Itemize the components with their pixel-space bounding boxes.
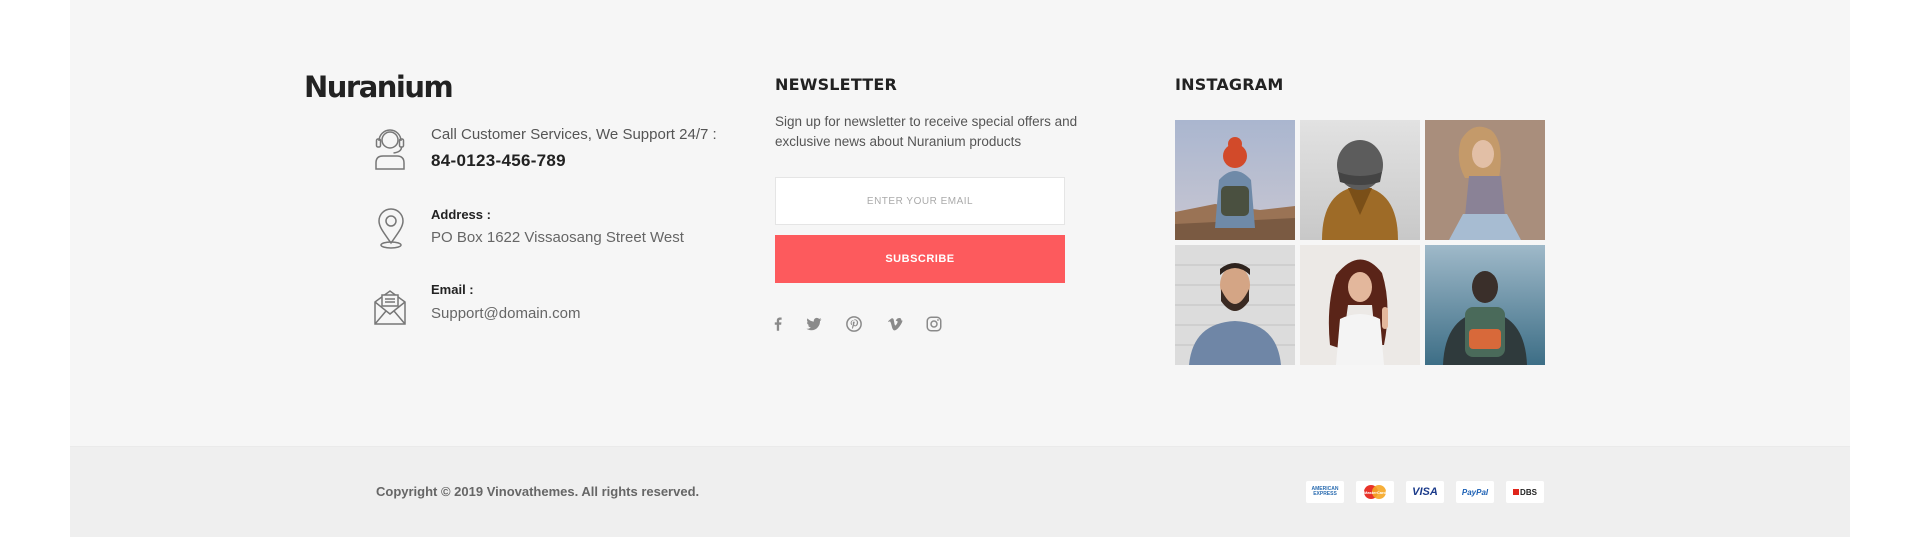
email-label: Email : (431, 282, 474, 297)
instagram-photo[interactable] (1175, 120, 1295, 240)
twitter-icon[interactable] (802, 312, 826, 336)
instagram-photo[interactable] (1425, 245, 1545, 365)
footer-bottom-bar (70, 446, 1850, 537)
visa-card-icon: VISA (1406, 481, 1444, 503)
paypal-icon: PayPal (1456, 481, 1494, 503)
copyright-text: Copyright © 2019 Vinovathemes. All right… (376, 484, 700, 499)
location-pin-icon (374, 207, 408, 251)
facebook-icon[interactable] (766, 312, 790, 336)
instagram-photo[interactable] (1175, 245, 1295, 365)
instagram-heading: INSTAGRAM (1175, 75, 1284, 94)
newsletter-description: Sign up for newsletter to receive specia… (775, 114, 1078, 149)
dbs-icon: DBS (1506, 481, 1544, 503)
newsletter-heading: NEWSLETTER (775, 75, 898, 94)
instagram-photo[interactable] (1300, 120, 1420, 240)
instagram-photo[interactable] (1425, 120, 1545, 240)
dbs-label: DBS (1520, 487, 1537, 497)
support-label: Call Customer Services, We Support 24/7 … (431, 126, 717, 143)
instagram-photo[interactable] (1300, 245, 1420, 365)
mastercard-icon: MasterCard (1356, 481, 1394, 503)
address-value: PO Box 1622 Vissaosang Street West (431, 229, 684, 246)
amex-label: AMERICAN EXPRESS (1311, 486, 1339, 497)
amex-card-icon: AMERICAN EXPRESS (1306, 481, 1344, 503)
headset-icon (373, 127, 407, 171)
newsletter-email-input[interactable] (775, 177, 1065, 225)
phone-number[interactable]: 84-0123-456-789 (431, 151, 566, 171)
subscribe-button[interactable]: SUBSCRIBE (775, 235, 1065, 283)
email-value[interactable]: Support@domain.com (431, 305, 580, 322)
brand-logo[interactable]: Nuranium (304, 70, 454, 104)
paypal-label: PayPal (1461, 487, 1489, 497)
envelope-icon (373, 284, 407, 328)
pinterest-icon[interactable] (842, 312, 866, 336)
mastercard-label: MasterCard (1363, 489, 1386, 495)
visa-label: VISA (1412, 486, 1438, 498)
address-label: Address : (431, 207, 491, 222)
instagram-icon[interactable] (922, 312, 946, 336)
vimeo-icon[interactable] (883, 312, 907, 336)
dbs-mark-icon (1513, 489, 1520, 495)
